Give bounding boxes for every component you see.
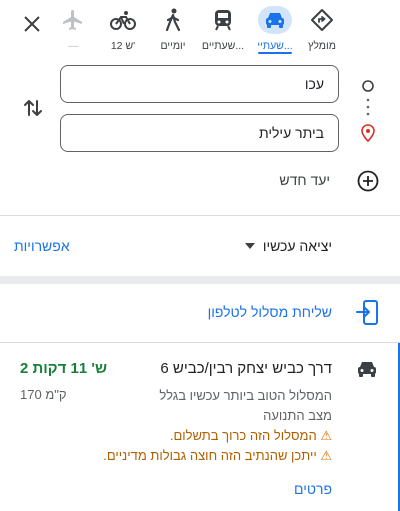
mode-label: שעתיי...: [257, 40, 293, 52]
swap-vertical-icon: [24, 100, 42, 116]
mode-tab-car[interactable]: שעתיי...: [253, 6, 297, 52]
mode-tab-walk[interactable]: יומיים: [151, 6, 195, 52]
warning-text: ייתכן שהנתיב הזה חוצה גבולות מדיניים.: [103, 448, 317, 463]
car-icon: [266, 13, 284, 28]
mode-label: 12 ש': [110, 40, 136, 52]
route-dots-icon: [366, 98, 370, 116]
add-destination-label[interactable]: יעד חדש: [279, 172, 330, 188]
mode-label: שעתיים...: [201, 40, 245, 52]
warning-icon: ⚠: [320, 448, 332, 463]
toll-warning: ⚠ המסלול הזה כרוך בתשלום.: [170, 426, 332, 446]
mode-tab-flight[interactable]: —: [51, 6, 95, 52]
details-link[interactable]: פרטים: [294, 481, 332, 497]
selected-mode-underline: [258, 52, 292, 54]
route-title: דרך כביש יצחק רבין/כביש 6: [160, 360, 332, 377]
options-link[interactable]: אפשרויות: [14, 238, 70, 254]
swap-button[interactable]: [20, 95, 46, 121]
border-warning: ⚠ ייתכן שהנתיב הזה חוצה גבולות מדיניים.: [103, 446, 332, 466]
train-icon: [215, 10, 231, 31]
close-button[interactable]: [18, 10, 46, 38]
depart-selector[interactable]: יציאה עכשיו: [244, 238, 332, 254]
section-separator: [0, 276, 400, 284]
close-icon: [24, 16, 40, 32]
mode-label: מומלץ: [308, 40, 336, 52]
mode-tab-transit[interactable]: שעתיים...: [201, 6, 245, 52]
origin-marker-icon: [362, 80, 374, 92]
add-destination-button[interactable]: [356, 169, 380, 193]
mode-label: —: [67, 40, 79, 52]
destination-pin-icon: [361, 124, 375, 142]
destination-input[interactable]: ביתר עילית: [60, 114, 339, 152]
depart-label: יציאה עכשיו: [262, 238, 332, 254]
send-to-phone-label: שליחת מסלול לטלפון: [207, 304, 332, 320]
plane-icon: [63, 10, 82, 30]
send-to-device-icon: [356, 300, 378, 325]
add-circle-icon: [357, 170, 379, 192]
route-card[interactable]: 2 ש' 11 דקות דרך כביש יצחק רבין/כביש 6 1…: [0, 343, 400, 511]
walk-icon: [165, 8, 181, 32]
route-distance: 170 ק"מ: [20, 387, 67, 402]
warning-text: המסלול הזה כרוך בתשלום.: [169, 428, 317, 443]
route-duration: 2 ש' 11 דקות: [20, 360, 108, 377]
car-icon: [358, 362, 376, 377]
bike-icon: [110, 11, 136, 30]
send-to-phone-button[interactable]: שליחת מסלול לטלפון: [0, 292, 400, 334]
origin-input[interactable]: עכו: [60, 65, 339, 103]
mode-label: יומיים: [160, 40, 186, 52]
route-description: המסלול הטוב ביותר עכשיו בגלל מצב התנועה: [159, 388, 332, 423]
diamond-turn-icon: [311, 9, 333, 31]
warning-icon: ⚠: [320, 428, 332, 443]
mode-tab-recommended[interactable]: מומלץ: [300, 6, 344, 52]
dropdown-arrow-icon: [244, 243, 255, 249]
divider: [0, 215, 400, 216]
mode-tab-bike[interactable]: 12 ש': [101, 6, 145, 52]
